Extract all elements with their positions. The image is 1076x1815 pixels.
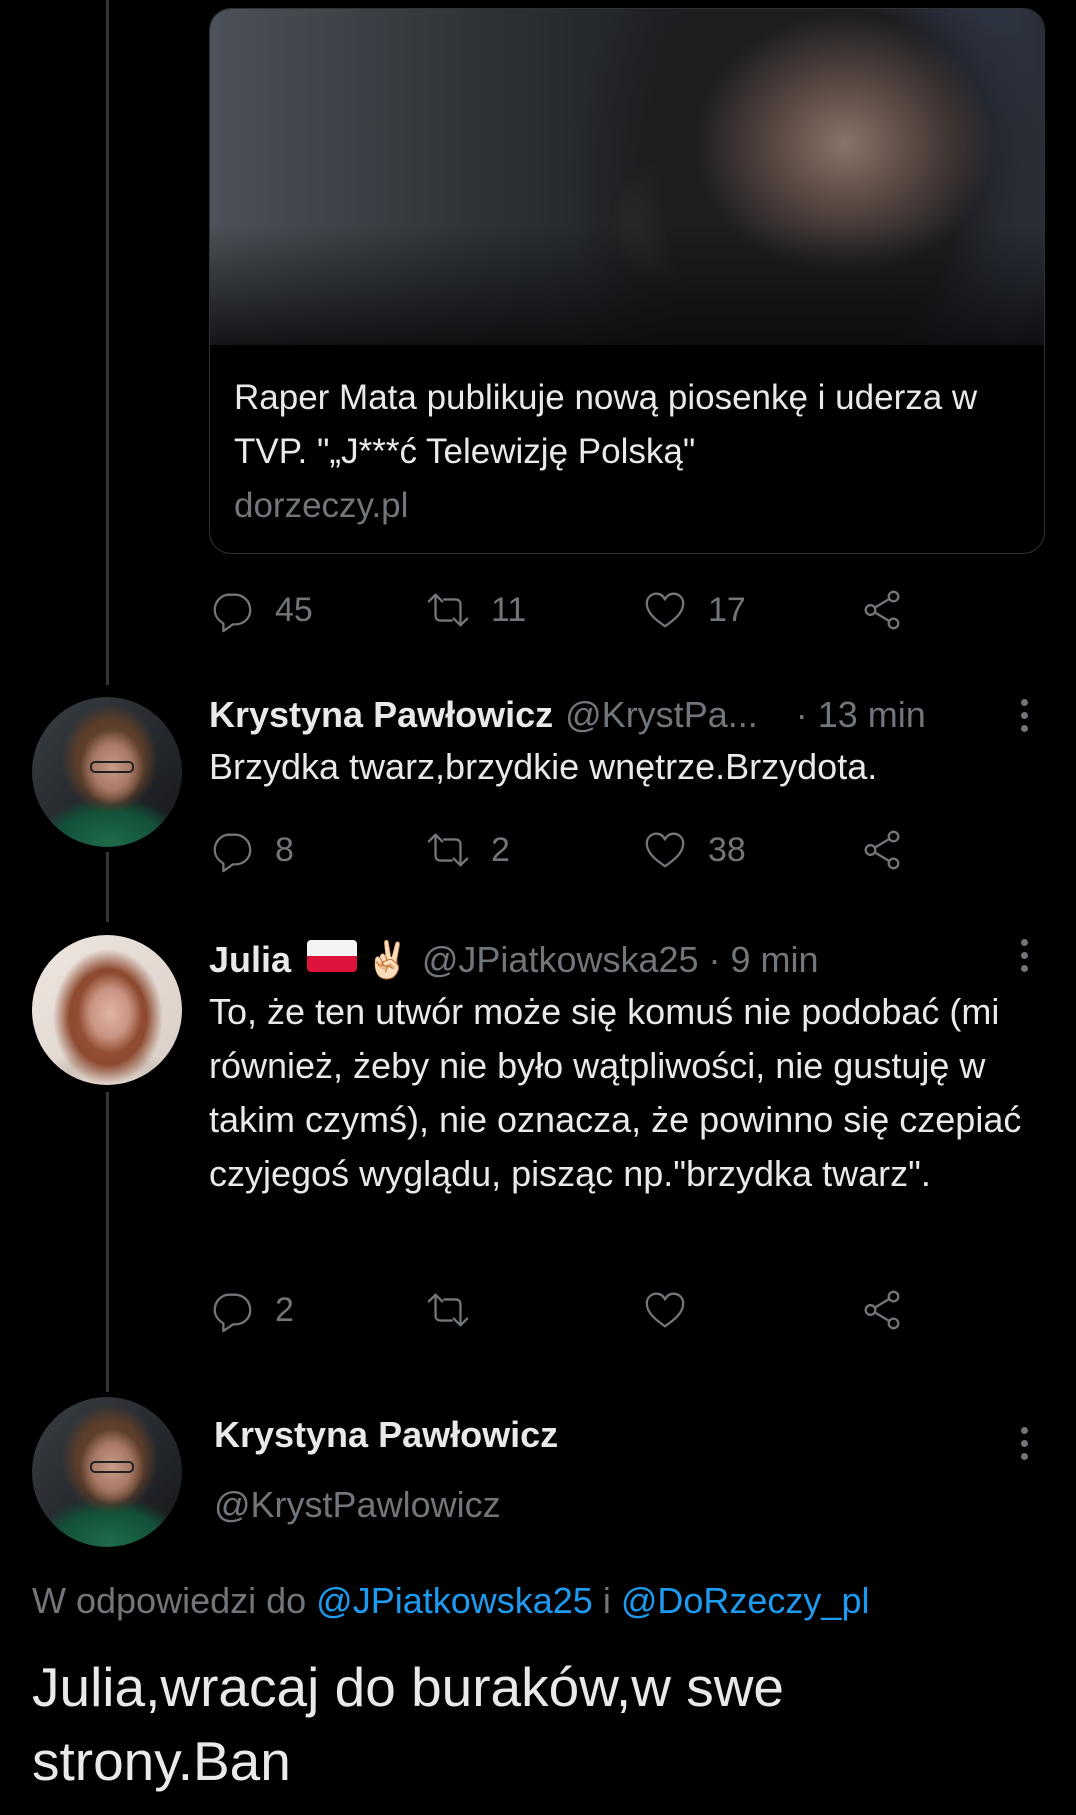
avatar[interactable]: [32, 1397, 182, 1547]
share-icon: [864, 590, 900, 630]
like-count: 38: [708, 830, 746, 869]
reply2-action-bar: 2: [209, 1280, 909, 1340]
reply-button[interactable]: 2: [209, 1280, 294, 1340]
avatar[interactable]: [32, 697, 182, 847]
more-icon: [1020, 1426, 1028, 1434]
reply-tweet[interactable]: Julia ✌🏻 @JPiatkowska25 · 9 min To, że t…: [209, 935, 1044, 1201]
share-icon: [864, 1290, 900, 1330]
thread-line: [106, 0, 109, 685]
retweet-button[interactable]: [425, 1280, 471, 1340]
replying-to: W odpowiedzi do @JPiatkowska25 i @DoRzec…: [32, 1580, 869, 1622]
reply-prefix: W odpowiedzi do: [32, 1580, 317, 1621]
author-handle[interactable]: @KrystPawlowicz: [214, 1484, 501, 1526]
retweet-icon: [427, 833, 469, 867]
timestamp[interactable]: · 13 min: [796, 690, 926, 740]
author-handle[interactable]: @JPiatkowska25: [422, 935, 699, 985]
victory-hand-icon: ✌🏻: [365, 939, 410, 980]
more-icon: [1020, 938, 1028, 946]
more-options-button[interactable]: [1004, 1418, 1044, 1468]
share-icon: [864, 830, 900, 870]
reply-icon: [213, 833, 252, 873]
link-preview-title: Raper Mata publikuje nową piosenkę i ude…: [234, 378, 978, 471]
reply-joiner: i: [592, 1580, 621, 1621]
reply-icon: [213, 593, 252, 633]
share-button[interactable]: [859, 820, 905, 880]
share-button[interactable]: [859, 1280, 905, 1340]
reply-button[interactable]: 45: [209, 580, 313, 640]
author-name[interactable]: Krystyna Pawłowicz: [214, 1414, 558, 1456]
avatar[interactable]: [32, 935, 182, 1085]
link-preview-card[interactable]: Raper Mata publikuje nową piosenkę i ude…: [209, 8, 1045, 554]
tweet-text: Brzydka twarz,brzydkie wnętrze.Brzydota.: [209, 746, 878, 787]
flag-poland-icon: [307, 940, 358, 972]
author-name[interactable]: Krystyna Pawłowicz: [209, 690, 553, 740]
reply-tweet[interactable]: Krystyna Pawłowicz @KrystPa... · 13 min …: [209, 690, 1044, 794]
reply-button[interactable]: 8: [209, 820, 294, 880]
like-button[interactable]: [642, 1280, 688, 1340]
retweet-count: 2: [491, 830, 510, 869]
like-button[interactable]: 17: [642, 580, 746, 640]
parent-action-bar: 45 11 17: [209, 580, 909, 640]
reply1-action-bar: 8 2 38: [209, 820, 909, 880]
main-tweet-text: Julia,wracaj do buraków,w swe strony.Ban: [32, 1656, 785, 1792]
mention-link[interactable]: @JPiatkowska25: [316, 1580, 593, 1621]
thread-line: [106, 852, 109, 922]
reply-icon: [213, 1293, 252, 1333]
retweet-icon: [427, 593, 469, 627]
link-preview-domain: dorzeczy.pl: [234, 486, 409, 525]
like-icon: [645, 1292, 685, 1328]
reply-count: 2: [275, 1290, 294, 1329]
thread-line: [106, 1092, 109, 1392]
share-button[interactable]: [859, 580, 905, 640]
tweet-text: To, że ten utwór może się komuś nie podo…: [209, 991, 1022, 1194]
retweet-button[interactable]: 2: [425, 820, 510, 880]
author-name[interactable]: Julia: [209, 935, 291, 985]
retweet-count: 11: [491, 590, 527, 629]
link-preview-image: [210, 9, 1044, 345]
like-button[interactable]: 38: [642, 820, 746, 880]
timestamp[interactable]: · 9 min: [709, 935, 819, 985]
reply-count: 45: [275, 590, 313, 629]
like-count: 17: [708, 590, 746, 629]
more-options-button[interactable]: [1004, 930, 1044, 980]
reply-count: 8: [275, 830, 294, 869]
retweet-icon: [427, 1293, 469, 1327]
more-options-button[interactable]: [1004, 690, 1044, 740]
like-icon: [645, 832, 685, 868]
author-handle[interactable]: @KrystPa...: [565, 690, 758, 740]
like-icon: [645, 592, 685, 628]
mention-link[interactable]: @DoRzeczy_pl: [621, 1580, 870, 1621]
retweet-button[interactable]: 11: [425, 580, 526, 640]
more-icon: [1020, 698, 1028, 706]
